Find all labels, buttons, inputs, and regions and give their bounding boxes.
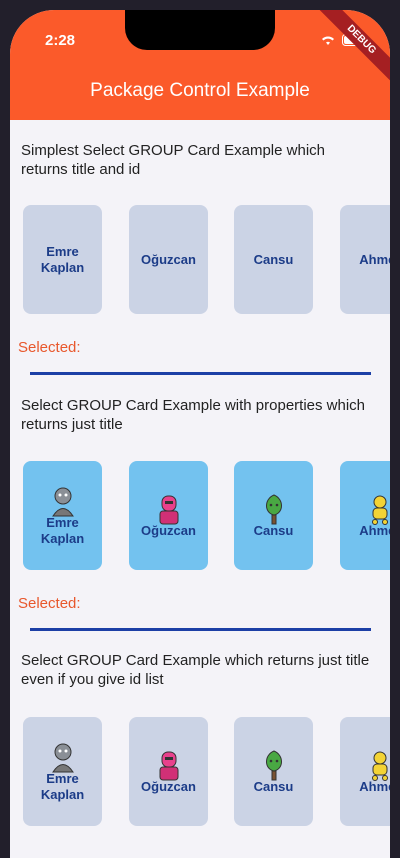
section-1-selected-label: Selected: — [18, 339, 81, 356]
card-ahmet[interactable]: Ahmet — [340, 717, 390, 826]
yellow-robot-character-icon — [371, 751, 388, 781]
card-label: Ahmet — [359, 522, 390, 538]
card-label: Cansu — [253, 251, 294, 267]
phone-frame: 2:28 DEBUG Package Control Example Simpl… — [0, 0, 400, 858]
card-emre-kaplan[interactable]: Emre Kaplan — [23, 205, 102, 314]
green-tree-character-icon — [265, 493, 282, 524]
card-label: Cansu — [253, 778, 294, 794]
card-emre-kaplan[interactable]: Emre Kaplan — [23, 717, 102, 826]
card-oguzcan[interactable]: Oğuzcan — [129, 717, 208, 826]
status-time: 2:28 — [45, 32, 76, 49]
pink-character-icon — [159, 495, 178, 524]
section-2-title: Select GROUP Card Example with propertie… — [21, 397, 366, 433]
app-bar: 2:28 DEBUG Package Control Example — [10, 10, 390, 120]
section-1-divider — [30, 372, 371, 375]
page-content[interactable]: Simplest Select GROUP Card Example which… — [10, 120, 390, 858]
grey-character-icon — [51, 487, 74, 516]
card-emre-kaplan[interactable]: Emre Kaplan — [23, 461, 102, 570]
app-screen: 2:28 DEBUG Package Control Example Simpl… — [10, 10, 390, 858]
wifi-icon — [320, 33, 336, 51]
card-label: Oğuzcan — [141, 251, 196, 267]
pink-character-icon — [159, 751, 178, 780]
section-1-title: Simplest Select GROUP Card Example which… — [21, 142, 325, 178]
card-label: Oğuzcan — [141, 778, 196, 794]
card-cansu[interactable]: Cansu — [234, 461, 313, 570]
card-cansu[interactable]: Cansu — [234, 205, 313, 314]
grey-character-icon — [51, 743, 74, 772]
card-ahmet[interactable]: Ahmet — [340, 205, 390, 314]
card-oguzcan[interactable]: Oğuzcan — [129, 461, 208, 570]
green-tree-character-icon — [265, 749, 282, 780]
section-3-title: Select GROUP Card Example which returns … — [21, 652, 370, 688]
card-label: Emre Kaplan — [40, 770, 85, 802]
app-title: Package Control Example — [90, 80, 310, 101]
card-label: Cansu — [253, 522, 294, 538]
card-label: Oğuzcan — [141, 522, 196, 538]
card-label: Ahmet — [359, 251, 390, 267]
yellow-robot-character-icon — [371, 495, 388, 525]
card-label: Emre Kaplan — [40, 514, 85, 546]
section-1-card-row[interactable]: Emre Kaplan Oğuzcan Cansu Ahmet — [23, 205, 390, 315]
card-label: Emre Kaplan — [40, 243, 85, 275]
card-label: Ahmet — [359, 778, 390, 794]
notch — [125, 10, 275, 50]
section-3-card-row[interactable]: Emre Kaplan Oğuzcan Cansu Ahmet — [23, 717, 390, 827]
section-2-selected-label: Selected: — [18, 595, 81, 612]
card-cansu[interactable]: Cansu — [234, 717, 313, 826]
section-2-divider — [30, 628, 371, 631]
card-ahmet[interactable]: Ahmet — [340, 461, 390, 570]
card-oguzcan[interactable]: Oğuzcan — [129, 205, 208, 314]
section-2-card-row[interactable]: Emre Kaplan Oğuzcan Cansu Ahmet — [23, 461, 390, 571]
